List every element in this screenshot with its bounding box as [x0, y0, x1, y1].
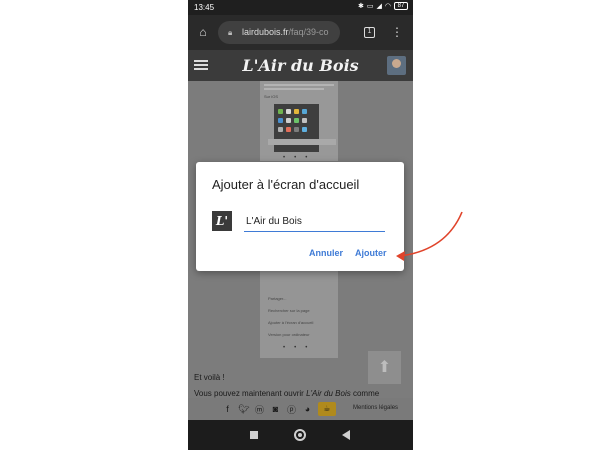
menu-dots-icon[interactable]: ⋮ [391, 24, 403, 40]
app-icon [286, 109, 291, 114]
status-bar: 13:45 ✱ ▭ ◢ ◠ 87 [188, 0, 413, 15]
follow-text-before: Vous pouvez maintenant ouvrir [194, 389, 307, 398]
faint-text-line [264, 84, 334, 86]
tab-count-button[interactable]: 1 [364, 27, 375, 38]
github-icon[interactable]: ◕ [302, 404, 313, 414]
app-icon [286, 118, 291, 123]
screenshot-pager-dots: ••• [283, 345, 317, 351]
screenshot-pager-dots: ••• [283, 155, 317, 161]
facebook-icon[interactable]: f [222, 404, 233, 414]
shortcut-name-input[interactable] [244, 211, 385, 232]
legal-link[interactable]: Mentions légales [353, 405, 398, 411]
lock-icon: 🔒︎ [228, 28, 233, 37]
screenshot-social-bar [268, 139, 336, 145]
cancel-button[interactable]: Annuler [309, 248, 343, 258]
site-header: L'Air du Bois [188, 50, 413, 81]
menu-row: Ajouter à l'écran d'accueil [268, 320, 314, 325]
signal-icon: ◢ [376, 3, 382, 10]
app-icon [286, 127, 291, 132]
add-button[interactable]: Ajouter [355, 248, 387, 258]
address-bar[interactable]: 🔒︎ lairdubois.fr/faq/39-co [218, 21, 340, 44]
dialog-title: Ajouter à l'écran d'accueil [212, 177, 360, 192]
faint-text-line [264, 88, 324, 90]
home-icon[interactable]: ⌂ [196, 25, 210, 39]
back-icon[interactable] [342, 430, 350, 440]
vpn-icon: ▭ [366, 3, 374, 10]
app-icon [302, 127, 307, 132]
coffee-icon[interactable]: ☕︎ [318, 402, 336, 416]
battery-icon: 87 [394, 2, 408, 10]
mastodon-icon[interactable]: ⓜ [254, 403, 265, 416]
url-domain: lairdubois.fr [242, 27, 289, 37]
follow-text-em: L'Air du Bois [306, 389, 351, 398]
add-to-home-dialog: Ajouter à l'écran d'accueil L' Annuler A… [196, 162, 404, 271]
menu-row: Partager... [268, 296, 287, 301]
twitter-icon[interactable]: 🐦︎ [238, 404, 249, 415]
app-icon [278, 109, 283, 114]
avatar[interactable] [387, 56, 406, 75]
instagram-icon[interactable]: ◙ [270, 404, 281, 414]
status-time: 13:45 [194, 3, 215, 12]
footer-social-icons: f 🐦︎ ⓜ ◙ ⓟ ◕ ☕︎ [222, 402, 336, 416]
home-circle-icon[interactable] [294, 429, 306, 441]
status-icons: ✱ ▭ ◢ ◠ 87 [358, 2, 408, 10]
app-icon [302, 118, 307, 123]
scroll-to-top-button[interactable]: ⬆︎ [368, 351, 401, 384]
menu-row: Version pour ordinateur [268, 332, 310, 337]
app-icon [294, 118, 299, 123]
app-icon [294, 109, 299, 114]
wifi-icon: ◠ [384, 3, 391, 10]
app-icon [294, 127, 299, 132]
url-path: /faq/39-co [288, 27, 329, 37]
app-icon [278, 118, 283, 123]
pinterest-icon[interactable]: ⓟ [286, 403, 297, 416]
footer-bar: f 🐦︎ ⓜ ◙ ⓟ ◕ ☕︎ Mentions légales [188, 398, 413, 420]
browser-toolbar: ⌂ 🔒︎ lairdubois.fr/faq/39-co 1 ⋮ [188, 15, 413, 50]
follow-text-after: comme [350, 389, 380, 398]
bluetooth-icon: ✱ [358, 3, 364, 10]
app-logo-icon: L' [212, 211, 232, 231]
menu-row: Rechercher sur la page [268, 308, 310, 313]
screenshot-label: Sur iOS [264, 94, 279, 99]
app-icon [302, 109, 307, 114]
site-logo[interactable]: L'Air du Bois [188, 56, 413, 75]
app-icon [278, 127, 283, 132]
recents-icon[interactable] [250, 431, 258, 439]
android-nav-bar [188, 420, 413, 450]
